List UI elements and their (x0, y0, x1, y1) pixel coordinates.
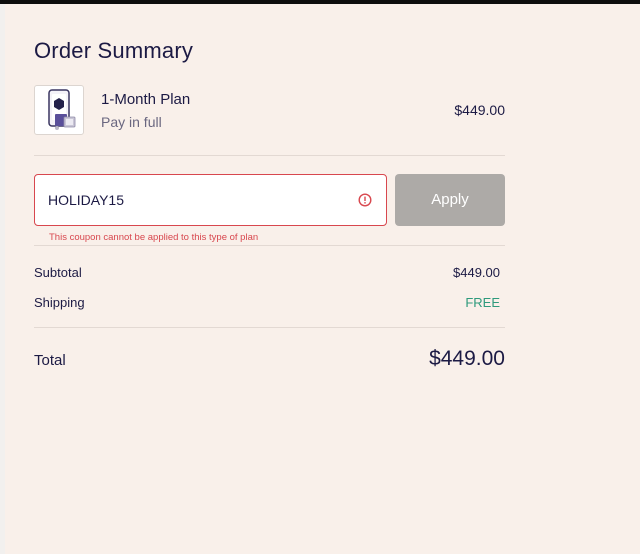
coupon-field[interactable] (34, 174, 387, 226)
apply-button[interactable]: Apply (395, 174, 505, 226)
item-name: 1-Month Plan (101, 91, 191, 108)
order-summary-title: Order Summary (34, 38, 194, 63)
divider (34, 155, 505, 156)
total-value: $449.00 (429, 347, 505, 370)
shipping-label: Shipping (34, 295, 85, 310)
shipping-value: FREE (465, 295, 500, 310)
item-subtitle: Pay in full (101, 114, 162, 130)
divider (34, 327, 505, 328)
phone-with-product-icon (48, 89, 76, 130)
subtotal-label: Subtotal (34, 265, 82, 280)
coupon-input[interactable] (48, 189, 338, 211)
divider (34, 245, 505, 246)
item-price: $449.00 (454, 102, 505, 118)
total-label: Total (34, 352, 66, 369)
subtotal-value: $449.00 (453, 265, 500, 280)
product-thumbnail (34, 85, 84, 135)
exclamation-circle-icon (358, 193, 372, 207)
order-summary-panel: Order Summary 1-Month Plan Pay in full $… (5, 4, 640, 554)
coupon-error-message: This coupon cannot be applied to this ty… (49, 232, 259, 243)
